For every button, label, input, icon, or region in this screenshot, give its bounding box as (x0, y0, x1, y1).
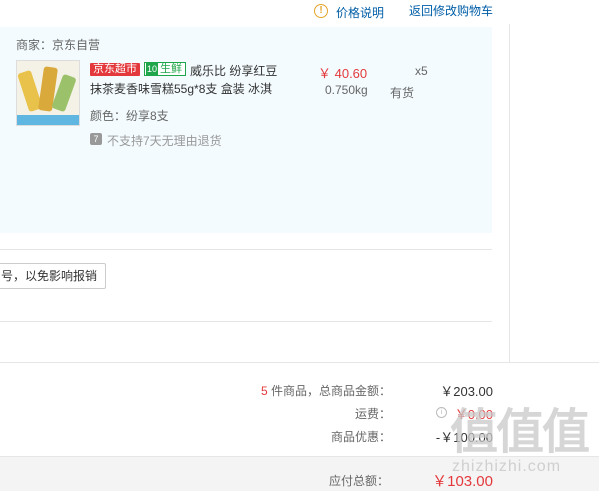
price-note-link[interactable]: 价格说明 (336, 4, 384, 21)
product-weight: 0.750kg (325, 83, 368, 97)
divider (0, 362, 599, 363)
discount-label: 商品优惠： (330, 430, 391, 444)
return-policy-text: 不支持7天无理由退货 (107, 134, 222, 148)
total-label: 应付总额： (328, 474, 389, 488)
product-color-spec: 颜色：纷享8支 (90, 109, 169, 123)
product-image[interactable] (16, 60, 80, 126)
watermark-text: zhizhizhi.com (452, 458, 562, 475)
items-summary-label: 5 件商品，总商品金额： (261, 382, 391, 399)
product-image-band (17, 115, 79, 125)
product-quantity: x5 (415, 64, 428, 78)
fresh-icon: 10 (146, 63, 158, 75)
back-to-cart-link[interactable]: 返回修改购物车 (409, 2, 493, 19)
product-title-line2[interactable]: 抹茶麦香味雪糕55g*8支 盒装 冰淇 (90, 80, 272, 97)
return-policy-icon: 7 (90, 133, 102, 145)
info-icon[interactable]: ! (314, 4, 328, 18)
header-bar (0, 0, 599, 24)
divider (0, 249, 492, 250)
order-block (0, 27, 492, 233)
right-divider (509, 24, 510, 362)
fresh-tag-label: 生鲜 (160, 63, 182, 75)
product-title-line1[interactable]: 威乐比 纷享红豆 (190, 62, 277, 79)
stock-status: 有货 (390, 86, 415, 100)
items-count: 5 (260, 384, 268, 398)
fresh-tag: 10 生鲜 (144, 62, 186, 76)
shipping-label: 运费： (354, 407, 391, 421)
watermark-logo: 值值值 (450, 406, 590, 459)
shipping-info-icon[interactable]: i (436, 407, 447, 418)
items-label: 件商品，总商品金额： (267, 384, 391, 398)
jd-supermarket-tag: 京东超市 (90, 63, 140, 76)
merchant-label: 商家：京东自营 (16, 38, 101, 52)
invoice-note-box: 号，以免影响报销 (0, 263, 107, 289)
product-price: ￥ 40.60 (318, 66, 368, 81)
divider (0, 321, 492, 322)
